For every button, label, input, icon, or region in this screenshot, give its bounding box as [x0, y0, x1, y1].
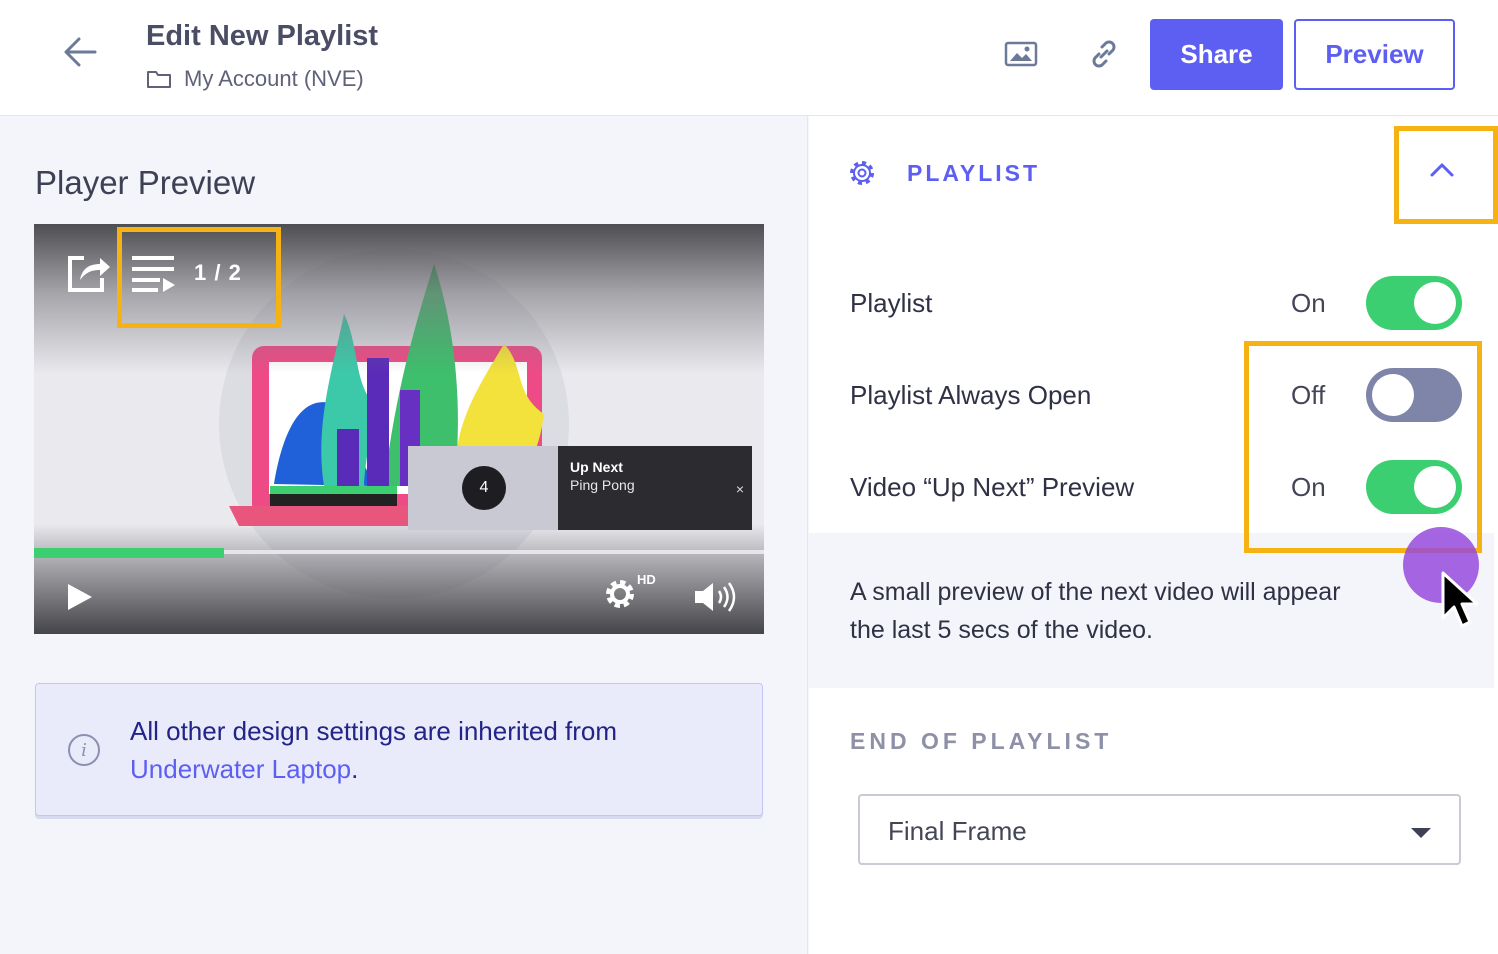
up-next-description-box: A small preview of the next video will a…: [809, 533, 1494, 688]
share-button[interactable]: Share: [1150, 19, 1283, 90]
end-of-playlist-select[interactable]: Final Frame: [858, 794, 1461, 865]
player-preview-panel: Player Preview 1 / 2 4 Up Next Ping Pong…: [0, 116, 808, 954]
arrow-left-icon: [64, 37, 97, 67]
caret-down-icon: [1411, 828, 1431, 838]
inherited-settings-text: All other design settings are inherited …: [130, 712, 750, 788]
notice-suffix: .: [351, 754, 359, 784]
settings-gear-icon[interactable]: [602, 576, 638, 612]
hd-badge: HD: [637, 572, 656, 587]
setting-label-playlist: Playlist: [850, 288, 933, 318]
up-next-card[interactable]: 4 Up Next Ping Pong ×: [408, 446, 752, 530]
folder-icon: [147, 71, 171, 88]
info-icon: i: [68, 734, 100, 766]
preview-button[interactable]: Preview: [1294, 19, 1455, 90]
up-next-info: Up Next Ping Pong ×: [558, 446, 752, 530]
thumbnail-button[interactable]: [1001, 34, 1041, 74]
image-icon: [1004, 41, 1038, 67]
toggles-highlight: [1244, 341, 1482, 553]
playlist-section-title: PLAYLIST: [907, 159, 1041, 186]
end-of-playlist-label: END OF PLAYLIST: [850, 728, 1113, 754]
page-title: Edit New Playlist: [146, 20, 379, 52]
toggle-knob: [1414, 282, 1456, 324]
player-preview-title: Player Preview: [35, 164, 256, 201]
setting-label-up-next: Video “Up Next” Preview: [850, 472, 1135, 502]
underwater-laptop-link[interactable]: Underwater Laptop: [130, 754, 351, 784]
up-next-description: A small preview of the next video will a…: [850, 573, 1410, 649]
playlist-section-header[interactable]: PLAYLIST: [847, 158, 1040, 188]
up-next-countdown: 4: [462, 466, 506, 510]
account-name: My Account (NVE): [184, 66, 364, 91]
playlist-toggle[interactable]: [1366, 276, 1462, 330]
description-line-2: the last 5 secs of the video.: [850, 616, 1153, 644]
setting-label-always-open: Playlist Always Open: [850, 380, 1092, 410]
description-line-1: A small preview of the next video will a…: [850, 578, 1341, 606]
collapse-button-highlight: [1394, 126, 1498, 224]
play-icon[interactable]: [66, 582, 94, 612]
top-bar: Edit New Playlist My Account (NVE) Share…: [0, 0, 1498, 116]
volume-icon[interactable]: [692, 580, 740, 614]
share-icon[interactable]: [64, 250, 112, 296]
playlist-icon-highlight: [117, 227, 281, 328]
gear-icon: [850, 161, 874, 185]
progress-fill: [34, 548, 224, 558]
end-of-playlist-value: Final Frame: [888, 816, 1027, 846]
back-button[interactable]: [58, 30, 102, 74]
inherited-settings-notice: i All other design settings are inherite…: [35, 683, 763, 816]
link-icon: [1092, 40, 1116, 68]
copy-link-button[interactable]: [1084, 34, 1124, 74]
up-next-close-button[interactable]: ×: [736, 480, 744, 498]
up-next-title: Ping Pong: [570, 477, 635, 493]
mouse-cursor-icon: [1441, 571, 1479, 628]
setting-state-playlist: On: [1291, 288, 1326, 318]
account-breadcrumb[interactable]: My Account (NVE): [146, 66, 364, 92]
up-next-label: Up Next: [570, 459, 623, 475]
notice-text: All other design settings are inherited …: [130, 716, 618, 746]
up-next-thumbnail: 4: [408, 446, 558, 530]
